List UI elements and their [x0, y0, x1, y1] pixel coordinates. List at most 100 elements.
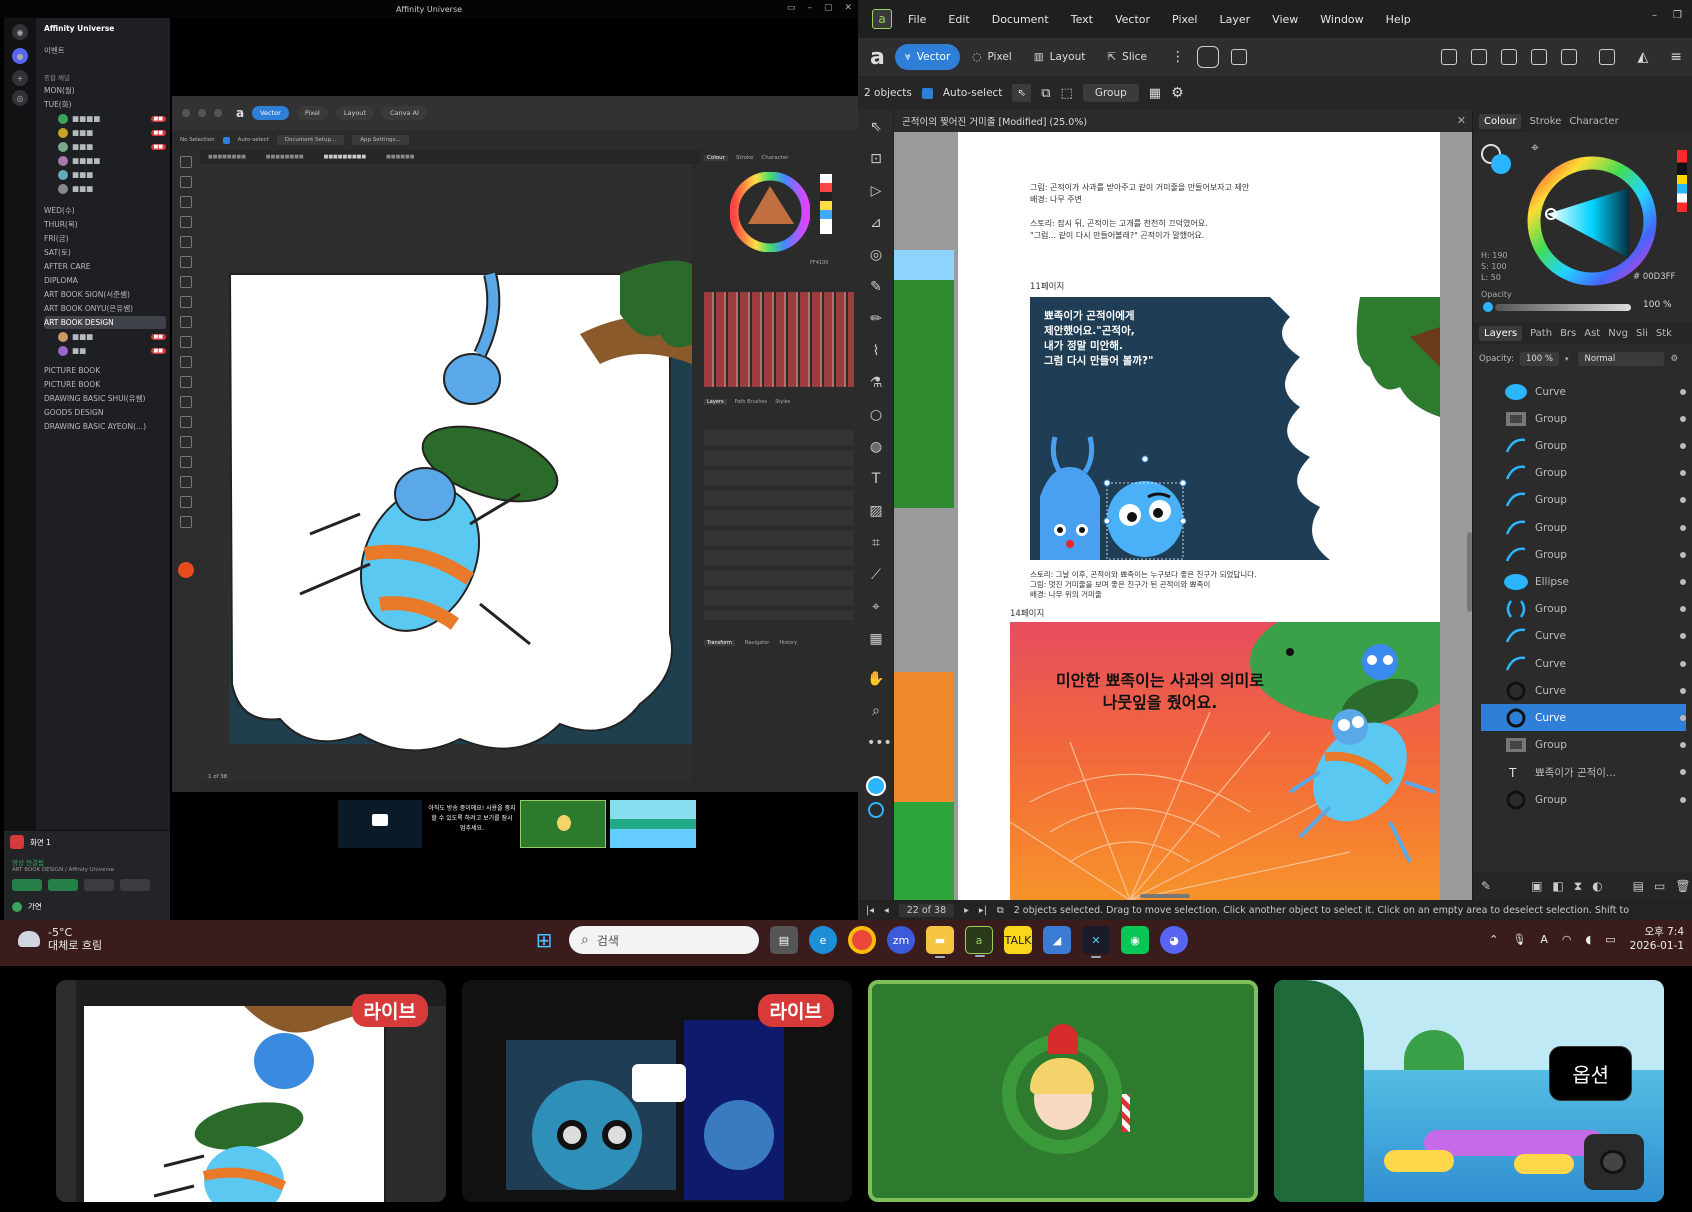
microphone-icon[interactable]: 🎙: [1512, 933, 1526, 946]
visibility-icon[interactable]: [1680, 796, 1686, 803]
swatch-strip[interactable]: [820, 174, 832, 234]
layer-row[interactable]: Group: [1481, 487, 1686, 514]
tab-assets[interactable]: Ast: [1584, 328, 1600, 339]
close-document-icon[interactable]: ✕: [1457, 114, 1466, 127]
camera-button[interactable]: [12, 879, 42, 891]
volume-icon[interactable]: ◖: [1585, 933, 1591, 946]
last-page-icon[interactable]: ▸|: [979, 905, 987, 916]
visibility-icon[interactable]: [1680, 714, 1686, 721]
chevron-up-icon[interactable]: ⌃: [1489, 933, 1498, 946]
stream-thumb-3[interactable]: [520, 800, 606, 848]
settings-gear-icon[interactable]: ⚙: [1171, 85, 1184, 101]
maximize-icon[interactable]: ▢: [824, 3, 833, 13]
preview-stream-3[interactable]: [868, 980, 1258, 1202]
arrange-forward-icon[interactable]: [1471, 49, 1488, 65]
colour-wheel[interactable]: [730, 172, 810, 252]
server-icon[interactable]: ●: [12, 48, 28, 64]
menu-vector[interactable]: Vector: [1115, 13, 1150, 26]
stream-thumb-4[interactable]: [610, 800, 696, 848]
menu-window[interactable]: Window: [1320, 13, 1363, 26]
channel-item[interactable]: ART BOOK SION(서준쌤): [44, 288, 166, 301]
delete-layer-icon[interactable]: 🗑: [1675, 879, 1690, 893]
restore-icon[interactable]: ❐: [1673, 10, 1682, 21]
prev-page-icon[interactable]: ◂: [884, 905, 889, 916]
layer-row[interactable]: Curve: [1481, 378, 1686, 405]
fx-icon[interactable]: ⧗: [1574, 879, 1582, 894]
menu-pixel[interactable]: Pixel: [1172, 13, 1197, 26]
preview-stream-2[interactable]: 라이브: [462, 980, 852, 1202]
fill-color-swatch[interactable]: [866, 776, 886, 796]
tab-stroke[interactable]: Stroke: [1529, 116, 1561, 127]
tab-navigator[interactable]: Nvg: [1608, 328, 1628, 339]
colour-wheel[interactable]: [1525, 154, 1659, 288]
app-icon[interactable]: ◢: [1043, 926, 1071, 954]
tab-path[interactable]: Path: [1530, 328, 1552, 339]
visibility-icon[interactable]: [1680, 388, 1686, 395]
zoom-app-icon[interactable]: zm: [887, 926, 915, 954]
channel-item[interactable]: WED(수): [44, 204, 166, 217]
menu-file[interactable]: File: [908, 13, 926, 26]
crop-tool-icon[interactable]: ⌗: [867, 534, 885, 552]
channel-item[interactable]: ART BOOK ONYU(은유쌤): [44, 302, 166, 315]
arrange-back-icon[interactable]: [1531, 49, 1548, 65]
edge-icon[interactable]: e: [809, 926, 837, 954]
palette-grid[interactable]: [704, 292, 854, 387]
disconnect-button[interactable]: [120, 879, 150, 891]
channel-item[interactable]: SAT(토): [44, 246, 166, 259]
layer-row[interactable]: Curve: [1481, 623, 1686, 650]
corner-tool-icon[interactable]: ⊿: [867, 214, 885, 232]
intersect-mode-icon[interactable]: ⧉: [1041, 86, 1050, 101]
visibility-icon[interactable]: [1680, 606, 1686, 613]
visibility-icon[interactable]: [1680, 742, 1686, 749]
next-page-icon[interactable]: ▸: [964, 905, 969, 916]
explore-icon[interactable]: ◎: [12, 90, 28, 106]
channel-item[interactable]: GOODS DESIGN: [44, 406, 166, 419]
channel-item[interactable]: DRAWING BASIC SHUI(유쌤): [44, 392, 166, 405]
flip-icon[interactable]: ◭: [1637, 49, 1648, 65]
opacity-value[interactable]: 100 %: [1643, 300, 1672, 310]
hex-field[interactable]: # 00D3FF: [1633, 272, 1675, 282]
tab-transform[interactable]: Transform: [704, 640, 735, 646]
align-icon[interactable]: [1599, 49, 1616, 65]
hex-field[interactable]: FF4100: [810, 260, 828, 266]
tab-layers[interactable]: Layers: [1479, 325, 1523, 341]
gradient-tool-icon[interactable]: ◎: [867, 246, 885, 264]
mask-icon[interactable]: ▣: [1531, 879, 1542, 893]
artboard-tool-icon[interactable]: ⊡: [867, 150, 885, 168]
shape-tool-icon[interactable]: ○: [867, 406, 885, 424]
transparency-tool-icon[interactable]: ◍: [867, 438, 885, 456]
tab-character[interactable]: Character: [1569, 116, 1618, 127]
layers-list[interactable]: [704, 430, 854, 620]
tab-history[interactable]: History: [779, 640, 797, 646]
layer-row[interactable]: Group: [1481, 405, 1686, 432]
group-button[interactable]: Group: [1082, 84, 1139, 102]
layer-row[interactable]: Group: [1481, 460, 1686, 487]
tab-brushes[interactable]: Brs: [1560, 328, 1576, 339]
auto-select-checkbox[interactable]: [921, 87, 933, 99]
eyedropper-tool-icon[interactable]: ⌖: [867, 598, 885, 616]
zoom-tool-icon[interactable]: ⌕: [867, 702, 885, 720]
discord-icon[interactable]: ◕: [1160, 926, 1188, 954]
stroke-color-swatch[interactable]: [868, 802, 884, 818]
live-filter-icon[interactable]: ◐: [1592, 879, 1602, 893]
close-icon[interactable]: ✕: [844, 3, 852, 13]
events-link[interactable]: 이벤트: [44, 44, 166, 57]
layer-row[interactable]: Curve: [1481, 704, 1686, 732]
select-all-icon[interactable]: ⬚: [1061, 86, 1073, 101]
adjustment-icon[interactable]: ◧: [1552, 879, 1563, 893]
channel-item[interactable]: TUE(화): [44, 98, 166, 111]
add-layer-icon[interactable]: ▤: [1633, 879, 1644, 893]
battery-icon[interactable]: ▭: [1605, 933, 1615, 946]
image-tool-icon[interactable]: ▨: [867, 502, 885, 520]
channel-item[interactable]: PICTURE BOOK: [44, 364, 166, 377]
visibility-icon[interactable]: [1680, 524, 1686, 531]
visibility-icon[interactable]: [1680, 660, 1686, 667]
menu-layer[interactable]: Layer: [1220, 13, 1251, 26]
tab-character[interactable]: Character: [761, 155, 788, 161]
visibility-icon[interactable]: [1680, 633, 1686, 640]
visibility-icon[interactable]: [1680, 470, 1686, 477]
pen-tool-icon[interactable]: ✎: [867, 278, 885, 296]
mesh-tool-icon[interactable]: ▦: [867, 630, 885, 648]
page-options-icon[interactable]: ⧉: [997, 905, 1004, 916]
weather-widget[interactable]: -5°C 대체로 흐림: [18, 926, 102, 952]
